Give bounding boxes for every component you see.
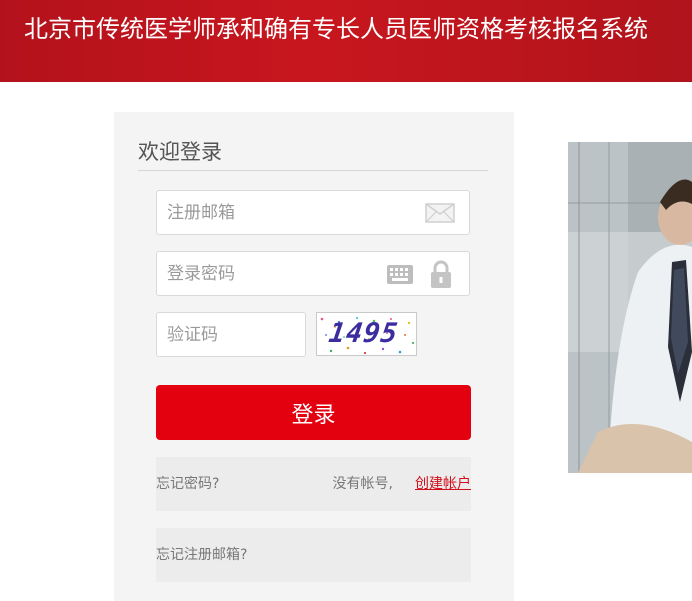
- password-field[interactable]: [156, 251, 470, 296]
- keyboard-icon[interactable]: [387, 265, 413, 284]
- system-title: 北京市传统医学师承和确有专长人员医师资格考核报名系统: [24, 15, 648, 43]
- header-banner: 北京市传统医学师承和确有专长人员医师资格考核报名系统: [0, 0, 692, 82]
- account-links-row: 忘记密码? 没有帐号, 创建帐户: [156, 457, 471, 511]
- no-account-text: 没有帐号,: [332, 476, 393, 492]
- captcha-input[interactable]: [167, 313, 297, 356]
- email-field[interactable]: [156, 190, 470, 235]
- business-person-photo: [568, 142, 692, 473]
- title-divider: [138, 170, 488, 171]
- email-input[interactable]: [167, 191, 417, 234]
- captcha-image[interactable]: 1495: [316, 312, 417, 356]
- create-account-link[interactable]: 创建帐户: [415, 474, 471, 494]
- forgot-email-link[interactable]: 忘记注册邮箱?: [156, 545, 247, 565]
- captcha-code: 1495: [326, 318, 401, 349]
- login-panel: 欢迎登录 注册邮箱 验证码 1495 登录 忘记密码? 没有帐号, 创建帐户 忘…: [114, 112, 514, 601]
- captcha-field[interactable]: [156, 312, 306, 357]
- lock-icon: [429, 260, 453, 289]
- forgot-email-row: 忘记注册邮箱?: [156, 528, 471, 582]
- mail-icon: [425, 203, 455, 223]
- login-title: 欢迎登录: [138, 140, 222, 164]
- login-button[interactable]: 登录: [156, 385, 471, 440]
- forgot-password-link[interactable]: 忘记密码?: [156, 474, 219, 494]
- password-input[interactable]: [167, 252, 377, 295]
